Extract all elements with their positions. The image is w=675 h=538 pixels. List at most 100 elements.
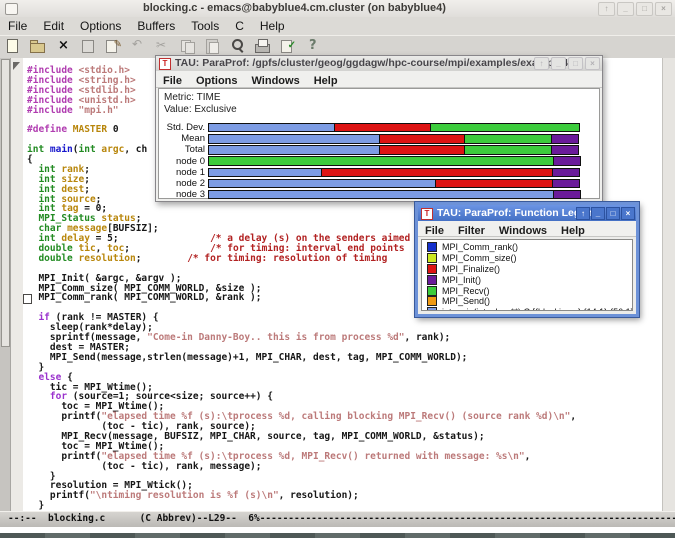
modeline-prefix: --:-- [8, 513, 48, 524]
close-button[interactable]: × [585, 57, 600, 70]
legend-item[interactable]: int main(int, char **) C [{blocking.c} {… [427, 307, 632, 311]
paste-icon[interactable] [203, 37, 222, 55]
menu-item-c[interactable]: C [227, 17, 252, 35]
legend-item[interactable]: MPI_Comm_rank() [427, 242, 632, 253]
legend-menubar: FileFilterWindowsHelp [418, 221, 636, 237]
stacked-bar [208, 123, 582, 133]
maximize-button[interactable]: □ [636, 2, 653, 16]
bar-segment[interactable] [208, 134, 380, 144]
bar-segment[interactable] [208, 179, 436, 189]
shade-button[interactable]: ↑ [576, 207, 590, 220]
tau-logo-icon: T [159, 58, 171, 70]
close-button[interactable]: × [621, 207, 635, 220]
cut-icon[interactable] [153, 37, 172, 55]
menu-item-buffers[interactable]: Buffers [129, 17, 183, 35]
minimize-button[interactable]: _ [617, 2, 634, 16]
maximize-button[interactable]: □ [606, 207, 620, 220]
paraprof-titlebar[interactable]: T TAU: ParaProf: /gpfs/cluster/geog/ggda… [156, 56, 602, 72]
menu-item-options[interactable]: Options [72, 17, 129, 35]
modeline-filename: blocking.c [48, 513, 105, 524]
chart-row: Total [159, 144, 599, 155]
help-icon[interactable] [303, 37, 322, 55]
bar-segment[interactable] [379, 145, 465, 155]
legend-list: MPI_Comm_rank()MPI_Comm_size()MPI_Finali… [421, 239, 633, 311]
save-icon[interactable] [78, 37, 97, 55]
stacked-bar [208, 168, 582, 178]
legend-item-label: MPI_Comm_rank() [442, 242, 518, 252]
chart-row-label: node 3 [159, 189, 208, 200]
close-button[interactable]: × [655, 2, 672, 16]
bar-segment[interactable] [321, 168, 553, 178]
copy-icon[interactable] [178, 37, 197, 55]
bar-segment[interactable] [208, 156, 554, 166]
function-legend-window: T TAU: ParaProf: Function Legend ↑_□× Fi… [415, 202, 639, 317]
bar-segment[interactable] [435, 179, 553, 189]
code-line: } [27, 501, 661, 511]
minimize-button[interactable]: _ [591, 207, 605, 220]
menu-item-windows[interactable]: Windows [245, 74, 307, 88]
legend-titlebar[interactable]: T TAU: ParaProf: Function Legend ↑_□× [418, 205, 636, 221]
modeline-status: (C Abbrev)--L29-- 6% [105, 513, 259, 524]
bar-segment[interactable] [551, 145, 579, 155]
undo-icon[interactable] [128, 37, 147, 55]
emacs-titlebar[interactable]: blocking.c - emacs@babyblue4.cm.cluster … [0, 0, 675, 18]
bar-segment[interactable] [208, 145, 380, 155]
search-icon[interactable] [228, 37, 247, 55]
bar-segment[interactable] [552, 179, 580, 189]
open-folder-icon[interactable] [28, 37, 47, 55]
emacs-window-controls: ↑_□× [598, 2, 672, 16]
scrollbar-thumb[interactable] [1, 59, 10, 347]
legend-color-chip [427, 307, 437, 311]
paraprof-menubar: FileOptionsWindowsHelp [156, 71, 602, 88]
menu-item-edit[interactable]: Edit [35, 17, 72, 35]
bar-segment[interactable] [553, 156, 581, 166]
menu-item-options[interactable]: Options [189, 74, 245, 88]
left-scrollbar[interactable] [0, 58, 11, 511]
bar-segment[interactable] [552, 168, 580, 178]
menu-item-filter[interactable]: Filter [451, 224, 492, 238]
menu-item-help[interactable]: Help [307, 74, 345, 88]
metric-label: Metric: TIME [164, 92, 237, 104]
menu-item-file[interactable]: File [156, 74, 189, 88]
bar-segment[interactable] [208, 123, 335, 133]
chart-row: node 1 [159, 167, 599, 178]
menu-item-help[interactable]: Help [252, 17, 293, 35]
save-as-icon[interactable] [103, 37, 122, 55]
kill-buffer-icon[interactable] [53, 37, 72, 55]
paraprof-window-title: TAU: ParaProf: /gpfs/cluster/geog/ggdagw… [175, 57, 568, 69]
bar-segment[interactable] [464, 145, 552, 155]
menu-item-help[interactable]: Help [554, 224, 592, 238]
bar-segment[interactable] [208, 168, 322, 178]
bar-segment[interactable] [464, 134, 552, 144]
shade-button[interactable]: ↑ [598, 2, 615, 16]
chart-row: node 3 [159, 189, 599, 200]
paraprof-chart-panel: Metric: TIME Value: Exclusive Std. Dev.M… [158, 88, 600, 199]
maximize-button[interactable]: □ [568, 57, 583, 70]
legend-item[interactable]: MPI_Send() [427, 296, 632, 307]
legend-item[interactable]: MPI_Recv() [427, 285, 632, 296]
legend-item[interactable]: MPI_Finalize() [427, 264, 632, 275]
fringe-truncation-icon [13, 62, 20, 70]
shade-button[interactable]: ↑ [534, 57, 549, 70]
bar-segment[interactable] [430, 123, 580, 133]
bar-segment[interactable] [553, 190, 581, 200]
bar-segment[interactable] [208, 190, 554, 200]
customize-icon[interactable] [278, 37, 297, 55]
minimize-button[interactable]: _ [551, 57, 566, 70]
legend-item[interactable]: MPI_Init() [427, 274, 632, 285]
stacked-bar [208, 190, 582, 200]
chart-row-label: Total [159, 144, 208, 155]
menu-item-windows[interactable]: Windows [492, 224, 554, 238]
legend-item[interactable]: MPI_Comm_size() [427, 253, 632, 264]
chart-row-label: node 1 [159, 167, 208, 178]
bar-segment[interactable] [334, 123, 431, 133]
menu-item-file[interactable]: File [0, 17, 35, 35]
tau-logo-icon: T [421, 208, 433, 220]
menu-item-tools[interactable]: Tools [183, 17, 227, 35]
bar-segment[interactable] [379, 134, 465, 144]
bar-segment[interactable] [551, 134, 579, 144]
chart-row: node 0 [159, 156, 599, 167]
print-icon[interactable] [253, 37, 272, 55]
menu-item-file[interactable]: File [418, 224, 451, 238]
new-file-icon[interactable] [3, 37, 22, 55]
